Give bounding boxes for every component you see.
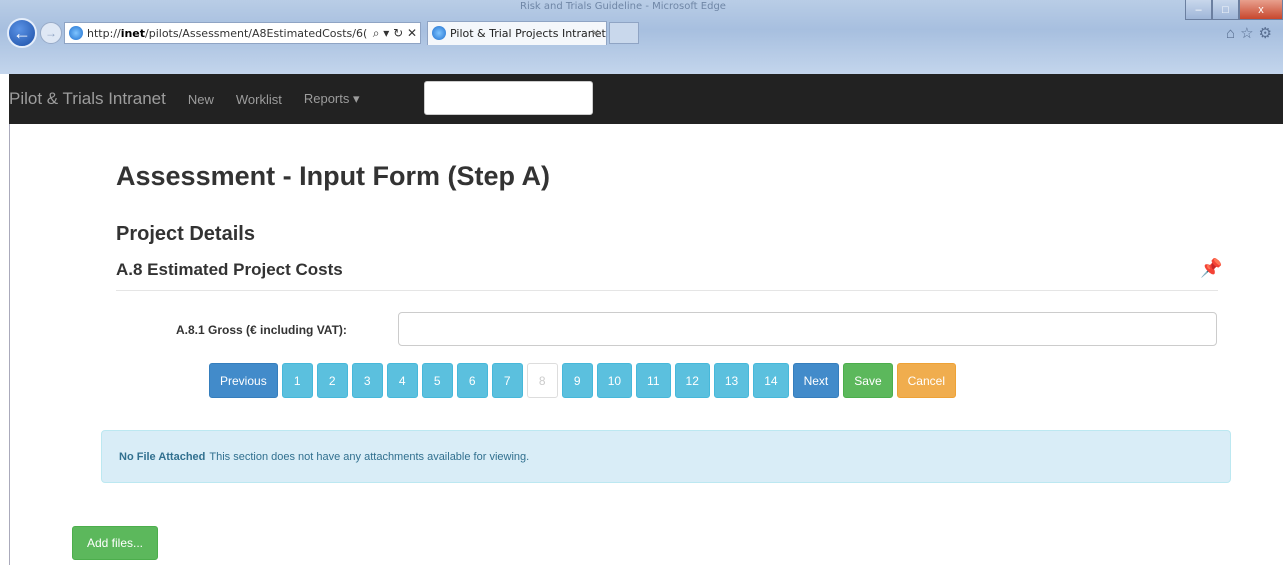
brand-link[interactable]: Pilot & Trials Intranet bbox=[9, 89, 166, 109]
page-button-7[interactable]: 7 bbox=[491, 363, 523, 398]
gross-cost-input[interactable] bbox=[398, 312, 1217, 346]
subsection-title: A.8 Estimated Project Costs bbox=[116, 260, 343, 279]
page-button-9[interactable]: 9 bbox=[561, 363, 593, 398]
page-button-1[interactable]: 1 bbox=[281, 363, 313, 398]
page-button-13[interactable]: 13 bbox=[713, 363, 750, 398]
pin-icon[interactable]: 📌 bbox=[1200, 258, 1222, 279]
page-button-12[interactable]: 12 bbox=[674, 363, 710, 398]
nav-new[interactable]: New bbox=[188, 92, 214, 107]
alert-message: This section does not have any attachmen… bbox=[209, 450, 530, 463]
page-button-3[interactable]: 3 bbox=[351, 363, 383, 398]
navbar-search-input[interactable] bbox=[424, 81, 593, 115]
minimize-button[interactable]: – bbox=[1185, 0, 1212, 20]
page-button-5[interactable]: 5 bbox=[421, 363, 453, 398]
page-button-2[interactable]: 2 bbox=[316, 363, 348, 398]
browser-chrome: Risk and Trials Guideline - Microsoft Ed… bbox=[0, 0, 1283, 74]
window-title: Risk and Trials Guideline - Microsoft Ed… bbox=[520, 1, 726, 12]
page-button-4[interactable]: 4 bbox=[386, 363, 418, 398]
nav-reports-dropdown[interactable]: Reports ▾ bbox=[304, 91, 360, 107]
maximize-button[interactable]: □ bbox=[1212, 0, 1239, 20]
page-button-11[interactable]: 11 bbox=[636, 363, 671, 398]
add-files-button[interactable]: Add files... bbox=[72, 526, 158, 560]
previous-button[interactable]: Previous bbox=[209, 363, 278, 398]
page-title: Assessment - Input Form (Step A) bbox=[116, 161, 551, 191]
save-button[interactable]: Save bbox=[843, 363, 893, 398]
forward-arrow-icon[interactable]: → bbox=[40, 22, 62, 44]
nav-worklist[interactable]: Worklist bbox=[236, 92, 282, 107]
window-controls: – □ x bbox=[1185, 0, 1283, 20]
new-tab-button[interactable] bbox=[609, 22, 639, 44]
tab-title: Pilot & Trial Projects Intranet bbox=[450, 27, 606, 40]
next-button[interactable]: Next bbox=[792, 363, 840, 398]
section-title: Project Details bbox=[116, 223, 255, 245]
page-button-10[interactable]: 10 bbox=[596, 363, 633, 398]
page-button-6[interactable]: 6 bbox=[456, 363, 488, 398]
gross-cost-label: A.8.1 Gross (€ including VAT): bbox=[176, 323, 347, 337]
address-tools-icons[interactable]: ⌕ ▾ ↻ ✕ bbox=[370, 26, 417, 41]
home-favorites-settings-icons[interactable]: ⌂☆⚙ bbox=[1226, 24, 1277, 42]
step-pager: Previous 1 2 3 4 5 6 7 8 9 10 11 12 13 1… bbox=[209, 363, 956, 398]
address-url: http://inet/pilots/Assessment/A8Estimate… bbox=[87, 26, 368, 40]
divider bbox=[116, 290, 1218, 291]
alert-title: No File Attached bbox=[119, 450, 206, 463]
back-arrow-icon[interactable]: ← bbox=[7, 18, 37, 48]
page-button-14[interactable]: 14 bbox=[753, 363, 789, 398]
browser-tab[interactable]: Pilot & Trial Projects Intranet × bbox=[427, 21, 607, 45]
ie-logo-icon bbox=[432, 26, 446, 40]
page-left-border bbox=[9, 124, 10, 565]
ie-logo-icon bbox=[69, 26, 83, 40]
tab-close-icon[interactable]: × bbox=[591, 26, 600, 39]
site-navbar: Pilot & Trials Intranet New Worklist Rep… bbox=[9, 74, 1283, 124]
attachments-alert: No File Attached This section does not h… bbox=[101, 430, 1231, 483]
page-button-8-current: 8 bbox=[526, 363, 558, 398]
address-bar[interactable]: http://inet/pilots/Assessment/A8Estimate… bbox=[64, 22, 421, 44]
cancel-button[interactable]: Cancel bbox=[896, 363, 956, 398]
close-window-button[interactable]: x bbox=[1239, 0, 1283, 20]
